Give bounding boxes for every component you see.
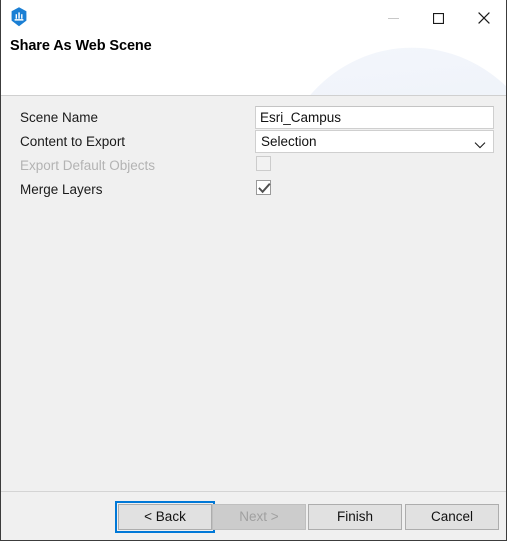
minimize-icon[interactable] bbox=[371, 3, 416, 33]
scene-name-input[interactable] bbox=[255, 106, 494, 129]
label-export-default-objects: Export Default Objects bbox=[20, 158, 156, 173]
close-icon[interactable] bbox=[461, 3, 506, 33]
cancel-button[interactable]: Cancel bbox=[405, 504, 499, 530]
chevron-down-icon bbox=[474, 137, 486, 149]
form-row-scene-name: Scene Name bbox=[1, 106, 506, 130]
merge-layers-checkbox[interactable] bbox=[256, 180, 271, 195]
maximize-icon[interactable] bbox=[416, 3, 461, 33]
arcgis-pro-icon bbox=[8, 6, 30, 28]
label-merge-layers: Merge Layers bbox=[20, 182, 103, 197]
label-scene-name: Scene Name bbox=[20, 110, 99, 125]
dialog-footer: < Back Next > Finish Cancel bbox=[1, 491, 506, 540]
label-content-to-export: Content to Export bbox=[20, 134, 126, 149]
finish-button[interactable]: Finish bbox=[308, 504, 402, 530]
window-controls bbox=[371, 0, 506, 36]
checkmark-icon bbox=[258, 182, 271, 200]
back-button[interactable]: < Back bbox=[115, 501, 215, 533]
share-as-web-scene-dialog: Share As Web Scene Scene Name Content to… bbox=[0, 0, 511, 543]
page-title: Share As Web Scene bbox=[10, 38, 152, 54]
form-row-export-default-objects: Export Default Objects bbox=[1, 154, 506, 178]
content-to-export-value: Selection bbox=[261, 134, 317, 149]
form-row-merge-layers: Merge Layers bbox=[1, 178, 506, 202]
window-right-margin bbox=[507, 0, 511, 543]
export-default-objects-checkbox bbox=[256, 156, 271, 171]
next-button: Next > bbox=[212, 504, 306, 530]
header-swoosh-decoration bbox=[258, 33, 506, 95]
form-row-content-to-export: Content to Export Selection bbox=[1, 130, 506, 154]
content-to-export-dropdown[interactable]: Selection bbox=[255, 130, 494, 153]
dialog-body: Scene Name Content to Export Selection E… bbox=[1, 96, 506, 491]
dialog-titlebar: Share As Web Scene bbox=[1, 0, 506, 96]
